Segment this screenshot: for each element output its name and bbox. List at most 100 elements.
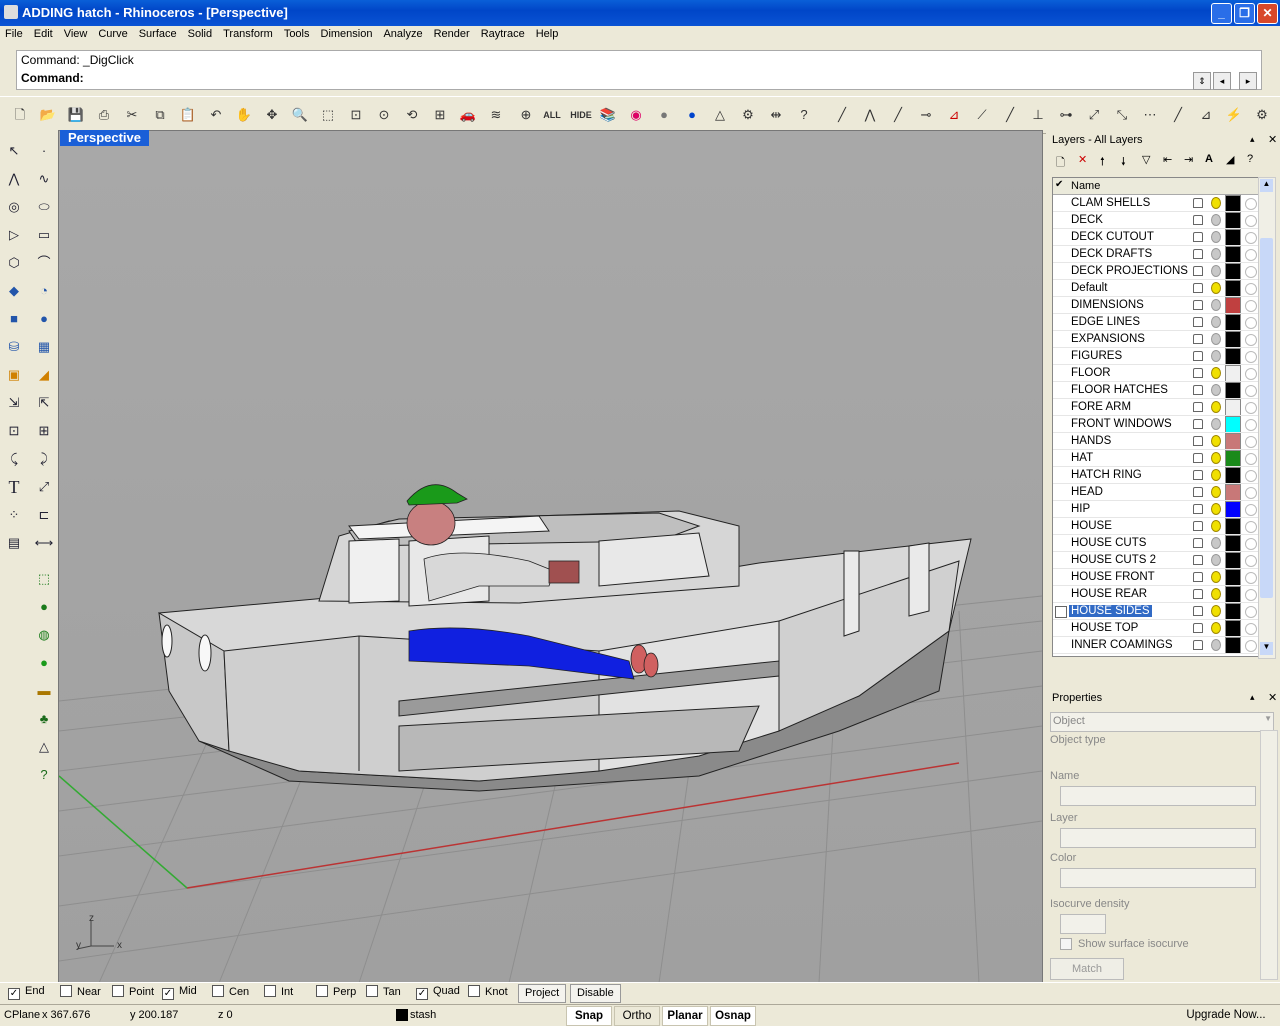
osnap-checkbox[interactable] xyxy=(264,985,276,997)
material-icon[interactable] xyxy=(1245,317,1257,329)
dropdown-arrow-icon[interactable]: ▼ xyxy=(1264,714,1272,723)
material-icon[interactable] xyxy=(1245,385,1257,397)
layer-row[interactable]: DECK xyxy=(1053,212,1259,229)
menu-solid[interactable]: Solid xyxy=(183,26,218,40)
layer-color-swatch[interactable] xyxy=(1225,314,1241,331)
layer-row[interactable]: HANDS xyxy=(1053,433,1259,450)
delete-layer-icon[interactable]: ✕ xyxy=(1078,153,1087,166)
layer-row[interactable]: Default xyxy=(1053,280,1259,297)
material-icon[interactable] xyxy=(1245,538,1257,550)
material-icon[interactable] xyxy=(1245,283,1257,295)
layer-name[interactable]: CLAM SHELLS xyxy=(1071,197,1150,209)
layer-name[interactable]: INNER COAMINGS xyxy=(1071,639,1173,651)
osnap-toggle[interactable]: Osnap xyxy=(710,1006,756,1026)
lightbulb-icon[interactable] xyxy=(1211,418,1221,430)
layer-color-swatch[interactable] xyxy=(1225,433,1241,450)
close-button[interactable]: ✕ xyxy=(1257,3,1278,24)
osnap-quad[interactable]: ✓ Quad xyxy=(416,985,460,1000)
layer-row[interactable]: HEAD xyxy=(1053,484,1259,501)
unlock-icon[interactable] xyxy=(1193,419,1203,429)
line-angle-icon[interactable]: ⊿ xyxy=(944,105,964,125)
layer-select[interactable] xyxy=(1060,828,1256,848)
unlock-icon[interactable] xyxy=(1193,402,1203,412)
cut-icon[interactable]: ✂ xyxy=(122,105,142,125)
osnap-checkbox[interactable]: ✓ xyxy=(416,988,428,1000)
layer-color-swatch[interactable] xyxy=(1225,399,1241,416)
move-icon[interactable]: ⇲ xyxy=(3,392,25,414)
zoom-dynamic-icon[interactable]: 🔍 xyxy=(290,105,310,125)
scroll-up-arrow-icon[interactable]: ▲ xyxy=(1260,179,1273,192)
layer-name[interactable]: HOUSE TOP xyxy=(1071,622,1138,634)
lightbulb-icon[interactable] xyxy=(1211,197,1221,209)
menu-view[interactable]: View xyxy=(59,26,94,40)
sort-icon[interactable]: ◢ xyxy=(1226,153,1234,166)
layer-name[interactable]: HEAD xyxy=(1071,486,1103,498)
polyline-tool-icon[interactable]: ⋀ xyxy=(3,168,25,190)
unlock-icon[interactable] xyxy=(1193,385,1203,395)
undo-icon[interactable]: ↶ xyxy=(206,105,226,125)
layer-color-swatch[interactable] xyxy=(1225,450,1241,467)
copy-transform-icon[interactable]: ⇱ xyxy=(33,392,55,414)
arc-tool-icon[interactable]: ▷ xyxy=(3,224,25,246)
shaded-sphere-icon[interactable]: ● xyxy=(682,105,702,125)
rectangle-tool-icon[interactable]: ▭ xyxy=(33,224,55,246)
offset-icon[interactable]: ⊏ xyxy=(33,504,55,526)
unlock-icon[interactable] xyxy=(1193,436,1203,446)
layer-row[interactable]: HOUSE FRONT xyxy=(1053,569,1259,586)
lightbulb-icon[interactable] xyxy=(1211,367,1221,379)
layer-color-swatch[interactable] xyxy=(1225,637,1241,654)
lightbulb-icon[interactable] xyxy=(1211,265,1221,277)
layer-color-swatch[interactable] xyxy=(1225,569,1241,586)
lightbulb-icon[interactable] xyxy=(1211,588,1221,600)
sort-alpha-icon[interactable]: A xyxy=(1205,153,1213,165)
osnap-cen[interactable]: Cen xyxy=(212,985,249,998)
line-zigzag-icon[interactable]: ⚡ xyxy=(1224,105,1244,125)
layer-row[interactable]: EDGE LINES xyxy=(1053,314,1259,331)
material-icon[interactable] xyxy=(1245,640,1257,652)
render-save-icon[interactable]: ● xyxy=(33,596,55,618)
unlock-icon[interactable] xyxy=(1193,453,1203,463)
unlock-icon[interactable] xyxy=(1193,572,1203,582)
render-preview-icon[interactable]: ⬚ xyxy=(33,568,55,590)
unlock-icon[interactable] xyxy=(1193,521,1203,531)
line-extend-icon[interactable]: ⤡ xyxy=(1112,105,1132,125)
disable-button[interactable]: Disable xyxy=(570,984,621,1003)
layer-color-swatch[interactable] xyxy=(1225,518,1241,535)
unlock-icon[interactable] xyxy=(1193,317,1203,327)
line-vertical-icon[interactable]: ⊥ xyxy=(1028,105,1048,125)
layers-close-icon[interactable]: ✕ xyxy=(1268,133,1277,146)
freeform-curve-icon[interactable]: ⌒ xyxy=(33,252,55,274)
lightbulb-icon[interactable] xyxy=(1211,231,1221,243)
group-icon[interactable]: ▤ xyxy=(3,532,25,554)
new-file-icon[interactable]: 🗋 xyxy=(10,105,30,125)
planar-toggle[interactable]: Planar xyxy=(662,1006,708,1026)
material-icon[interactable] xyxy=(1245,402,1257,414)
ortho-toggle[interactable]: Ortho xyxy=(614,1006,660,1026)
minimize-button[interactable]: _ xyxy=(1211,3,1232,24)
osnap-checkbox[interactable] xyxy=(366,985,378,997)
layer-row[interactable]: HOUSE CUTS xyxy=(1053,535,1259,552)
unlock-icon[interactable] xyxy=(1193,555,1203,565)
options-gear-icon[interactable]: ⚙ xyxy=(1252,105,1272,125)
material-icon[interactable] xyxy=(1245,572,1257,584)
dimension-icon[interactable]: ⇹ xyxy=(766,105,786,125)
unlock-icon[interactable] xyxy=(1193,606,1203,616)
lightbulb-icon[interactable] xyxy=(1211,299,1221,311)
lightbulb-icon[interactable] xyxy=(1211,622,1221,634)
lightbulb-icon[interactable] xyxy=(1211,639,1221,651)
layer-color-swatch[interactable] xyxy=(1225,297,1241,314)
name-field[interactable] xyxy=(1060,786,1256,806)
layers-help-icon[interactable]: ? xyxy=(1247,153,1253,165)
line-bisector-icon[interactable]: ⊶ xyxy=(1056,105,1076,125)
menu-raytrace[interactable]: Raytrace xyxy=(476,26,531,40)
lightbulb-icon[interactable] xyxy=(1211,520,1221,532)
rotate-view-icon[interactable]: ✥ xyxy=(262,105,282,125)
layer-name[interactable]: FIGURES xyxy=(1071,350,1122,362)
unlock-icon[interactable] xyxy=(1193,589,1203,599)
unlock-icon[interactable] xyxy=(1193,232,1203,242)
circle-tool-icon[interactable]: ◎ xyxy=(3,196,25,218)
material-icon[interactable] xyxy=(1245,623,1257,635)
lightbulb-icon[interactable] xyxy=(1211,214,1221,226)
unlock-icon[interactable] xyxy=(1193,504,1203,514)
unlock-icon[interactable] xyxy=(1193,215,1203,225)
